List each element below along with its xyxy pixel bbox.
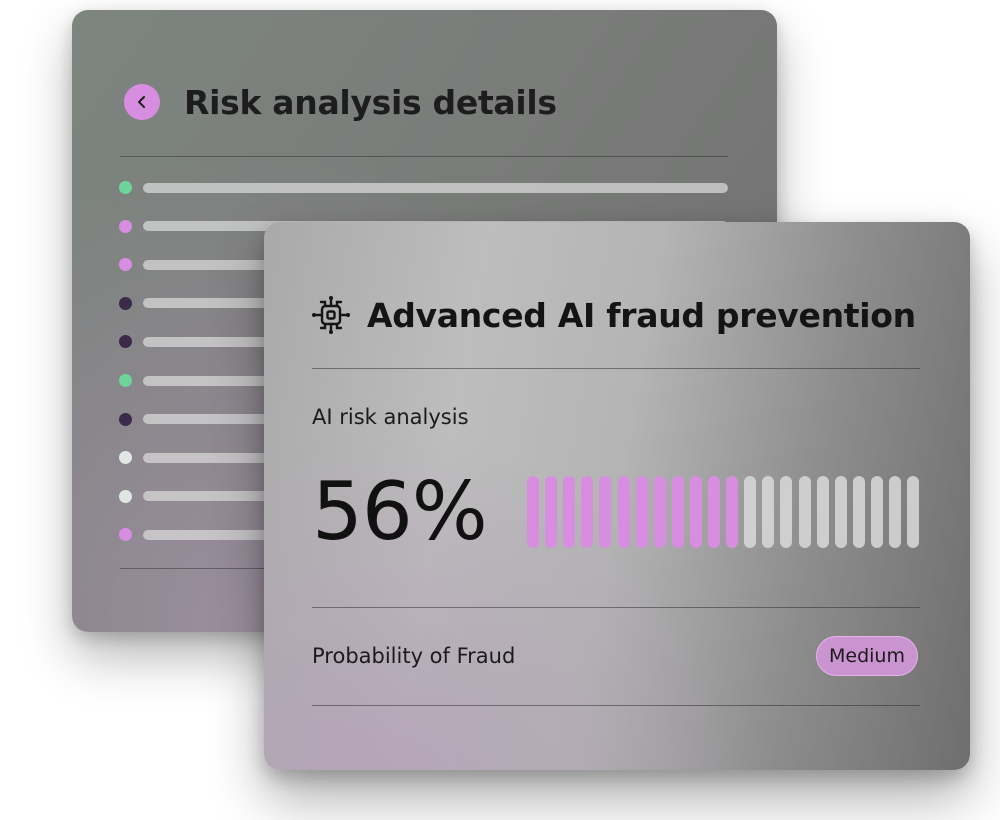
meter-segment-filled (581, 476, 594, 548)
risk-percentage: 56% (312, 465, 488, 558)
divider (312, 607, 920, 608)
placeholder-line (143, 182, 728, 193)
status-dot (119, 528, 132, 542)
status-dot (119, 258, 132, 272)
risk-detail-row (119, 181, 728, 194)
meter-segment-filled (708, 476, 720, 548)
divider (312, 705, 920, 706)
meter-segment-filled (653, 476, 666, 548)
meter-segment-filled (617, 476, 630, 548)
chevron-left-icon (138, 96, 145, 108)
ai-risk-analysis-label: AI risk analysis (312, 405, 469, 429)
risk-details-header: Risk analysis details (124, 82, 557, 122)
meter-segment-empty (889, 476, 901, 548)
status-dot (119, 412, 132, 426)
divider (120, 156, 728, 157)
divider (312, 368, 920, 369)
meter-segment-filled (563, 476, 576, 548)
risk-details-title: Risk analysis details (184, 82, 557, 122)
fraud-prevention-card: Advanced AI fraud prevention AI risk ana… (264, 222, 970, 770)
status-dot (119, 219, 132, 233)
meter-segment-empty (852, 476, 865, 548)
status-dot (119, 335, 132, 349)
meter-segment-filled (671, 476, 684, 548)
meter-segment-empty (744, 476, 757, 548)
ai-chip-icon (312, 296, 350, 334)
fraud-card-header: Advanced AI fraud prevention (310, 292, 916, 338)
meter-segment-empty (798, 476, 811, 548)
meter-segment-filled (599, 476, 612, 548)
back-button[interactable] (124, 84, 160, 120)
meter-segment-empty (762, 476, 775, 548)
status-dot (119, 296, 132, 310)
meter-segment-empty (780, 476, 793, 548)
meter-segment-empty (816, 476, 829, 548)
meter-segment-empty (907, 476, 920, 548)
meter-segment-filled (726, 476, 739, 548)
fraud-card-title: Advanced AI fraud prevention (367, 295, 916, 335)
meter-segment-filled (689, 476, 702, 548)
status-dot (119, 489, 132, 503)
meter-segment-empty (870, 476, 883, 548)
risk-level-badge: Medium (816, 636, 918, 676)
meter-segment-filled (545, 476, 558, 548)
meter-segment-empty (834, 476, 847, 548)
status-dot (119, 374, 132, 387)
status-dot (119, 181, 132, 194)
meter-segment-filled (635, 476, 648, 548)
status-dot (119, 451, 132, 465)
meter-segment-filled (527, 476, 539, 548)
probability-of-fraud-label: Probability of Fraud (312, 644, 516, 668)
